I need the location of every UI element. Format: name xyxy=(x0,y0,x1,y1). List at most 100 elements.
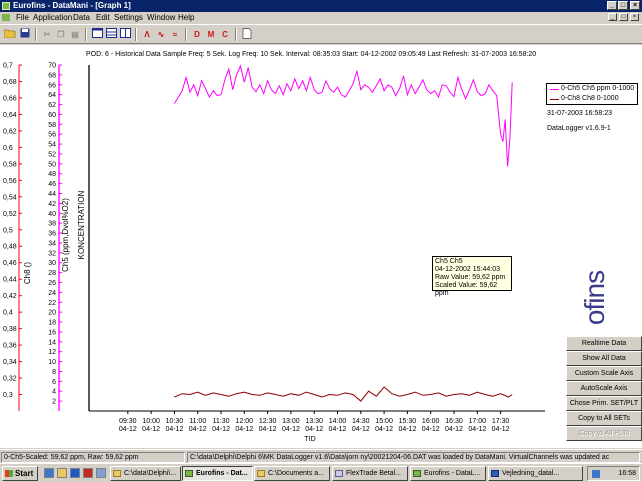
graph-window-icon[interactable] xyxy=(90,28,104,41)
ie-quicklaunch-icon[interactable] xyxy=(70,468,80,478)
x-tick-label: 04-12 xyxy=(352,426,370,433)
ch8-tick-label: 0,58 xyxy=(3,161,17,168)
ch8-tick-label: 0,6 xyxy=(3,145,13,152)
task-label: Vejledning_datal... xyxy=(502,470,560,477)
start-button[interactable]: Start xyxy=(2,466,38,481)
x-axis-label: TID xyxy=(304,436,315,443)
task-documents[interactable]: C:\Documents a... xyxy=(254,466,330,481)
ch8-tick-label: 0,36 xyxy=(3,343,17,350)
close-button[interactable]: × xyxy=(630,1,640,10)
show-all-data-button[interactable]: Show All Data xyxy=(566,351,642,366)
copy-to-all-sets-button[interactable]: Copy to All SETs xyxy=(566,411,642,426)
ch5-tick-label: 48 xyxy=(48,171,56,178)
x-tick-label: 04-12 xyxy=(422,426,440,433)
explorer-quicklaunch-icon[interactable] xyxy=(57,468,67,478)
app-quicklaunch-icon[interactable] xyxy=(83,468,93,478)
mdi-minimize-button[interactable]: _ xyxy=(608,13,617,21)
toolbar-c-button[interactable]: C xyxy=(218,28,232,41)
cut-icon[interactable]: ✂ xyxy=(40,28,54,41)
ch5-tick-label: 62 xyxy=(48,102,56,109)
ch5-tick-label: 4 xyxy=(52,389,56,396)
list-window-icon[interactable] xyxy=(118,28,132,41)
ch5-tick-label: 26 xyxy=(48,280,56,287)
graph-a-icon[interactable]: Λ xyxy=(140,28,154,41)
system-tray: 16:58 xyxy=(587,466,640,481)
ch8-tick-label: 0,5 xyxy=(3,227,13,234)
ch5-tick-label: 40 xyxy=(48,211,56,218)
ch5-tick-label: 20 xyxy=(48,310,56,317)
ch5-tick-label: 28 xyxy=(48,270,56,277)
copy-icon[interactable]: ❐ xyxy=(54,28,68,41)
x-tick-label: 04-12 xyxy=(212,426,230,433)
menu-settings[interactable]: Settings xyxy=(114,12,143,23)
ch5-tick-label: 30 xyxy=(48,260,56,267)
ch5-tick-label: 6 xyxy=(52,379,56,386)
tooltip-time: 04-12-2002 15:44:03 xyxy=(435,266,500,273)
x-tick-label: 04-12 xyxy=(445,426,463,433)
ch8-tick-label: 0,56 xyxy=(3,178,17,185)
x-tick-label: 13:00 xyxy=(282,418,300,425)
toolbar-m-button[interactable]: M xyxy=(204,28,218,41)
tray-icon[interactable] xyxy=(592,470,600,478)
app-icon xyxy=(413,470,421,477)
menu-help[interactable]: Help xyxy=(178,12,194,23)
ch5-axis-label: Ch5 (ppm,Dvol%O2) xyxy=(61,198,70,272)
ch5-tick-label: 2 xyxy=(52,399,56,406)
table-window-icon[interactable] xyxy=(104,28,118,41)
x-tick-label: 12:00 xyxy=(236,418,254,425)
chose-prim-set-plt-button[interactable]: Chose Prim. SET/PLT xyxy=(566,396,642,411)
ch5-tick-label: 36 xyxy=(48,231,56,238)
windows-flag-icon xyxy=(5,470,13,477)
x-tick-label: 17:30 xyxy=(492,418,510,425)
task-data-folder[interactable]: C:\data\Delphi\... xyxy=(110,466,181,481)
open-folder-icon[interactable] xyxy=(3,28,17,41)
x-tick-label: 04-12 xyxy=(468,426,486,433)
ch5-tick-label: 50 xyxy=(48,161,56,168)
minimize-button[interactable]: _ xyxy=(607,1,617,10)
menu-window[interactable]: Window xyxy=(147,12,175,23)
task-eurofins-datalogger[interactable]: Eurofins - DataL... xyxy=(410,466,486,481)
ch5-tick-label: 54 xyxy=(48,142,56,149)
ch8-series-line xyxy=(174,386,513,402)
line-chart[interactable]: 0,70,680,660,640,620,60,580,560,540,520,… xyxy=(0,45,642,448)
scale-icon[interactable]: ≈ xyxy=(168,28,182,41)
mdi-child-icon[interactable] xyxy=(2,14,10,21)
tooltip-channel: Ch5 Ch5 xyxy=(435,258,463,265)
ch8-tick-label: 0,44 xyxy=(3,277,17,284)
app2-quicklaunch-icon[interactable] xyxy=(96,468,106,478)
ch5-tick-label: 66 xyxy=(48,82,56,89)
toolbar-separator xyxy=(35,28,37,41)
menu-application[interactable]: Application xyxy=(33,12,72,23)
mdi-restore-button[interactable]: □ xyxy=(619,13,628,21)
save-icon[interactable] xyxy=(18,28,32,41)
x-tick-label: 04-12 xyxy=(492,426,510,433)
task-vejledning[interactable]: Vejledning_datal... xyxy=(488,466,583,481)
toolbar-d-button[interactable]: D xyxy=(190,28,204,41)
legend-swatch xyxy=(550,99,559,100)
ch8-tick-label: 0,52 xyxy=(3,211,17,218)
menu-data[interactable]: Data xyxy=(73,12,90,23)
ch5-tick-label: 44 xyxy=(48,191,56,198)
ch5-tick-label: 14 xyxy=(48,339,56,346)
custom-scale-axis-button[interactable]: Custom Scale Axis xyxy=(566,366,642,381)
mdi-close-button[interactable]: × xyxy=(630,13,639,21)
graph-b-icon[interactable]: ∿ xyxy=(154,28,168,41)
menu-file[interactable]: File xyxy=(16,12,29,23)
paste-icon[interactable]: ▤ xyxy=(68,28,82,41)
task-eurofins-datamani[interactable]: Eurofins - Dat... xyxy=(182,466,253,481)
legend-label: 0-Ch8 Ch8 0-1000 xyxy=(561,95,619,102)
task-flextrade[interactable]: FlexTrade Betal... xyxy=(332,466,408,481)
ch8-tick-label: 0,42 xyxy=(3,293,17,300)
document-icon[interactable] xyxy=(240,28,254,41)
version-label: DataLogger v1.6.9-1 xyxy=(547,125,611,132)
menu-edit[interactable]: Edit xyxy=(96,12,110,23)
maximize-button[interactable]: □ xyxy=(618,1,628,10)
realtime-data-button[interactable]: Realtime Data xyxy=(566,336,642,351)
x-tick-label: 10:30 xyxy=(166,418,184,425)
ch5-tick-label: 10 xyxy=(48,359,56,366)
autoscale-axis-button[interactable]: AutoScale Axis xyxy=(566,381,642,396)
ch5-tick-label: 52 xyxy=(48,151,56,158)
desktop-quicklaunch-icon[interactable] xyxy=(44,468,54,478)
koncentration-axis-label: KONCENTRATION xyxy=(77,190,86,259)
ch5-tick-label: 60 xyxy=(48,112,56,119)
